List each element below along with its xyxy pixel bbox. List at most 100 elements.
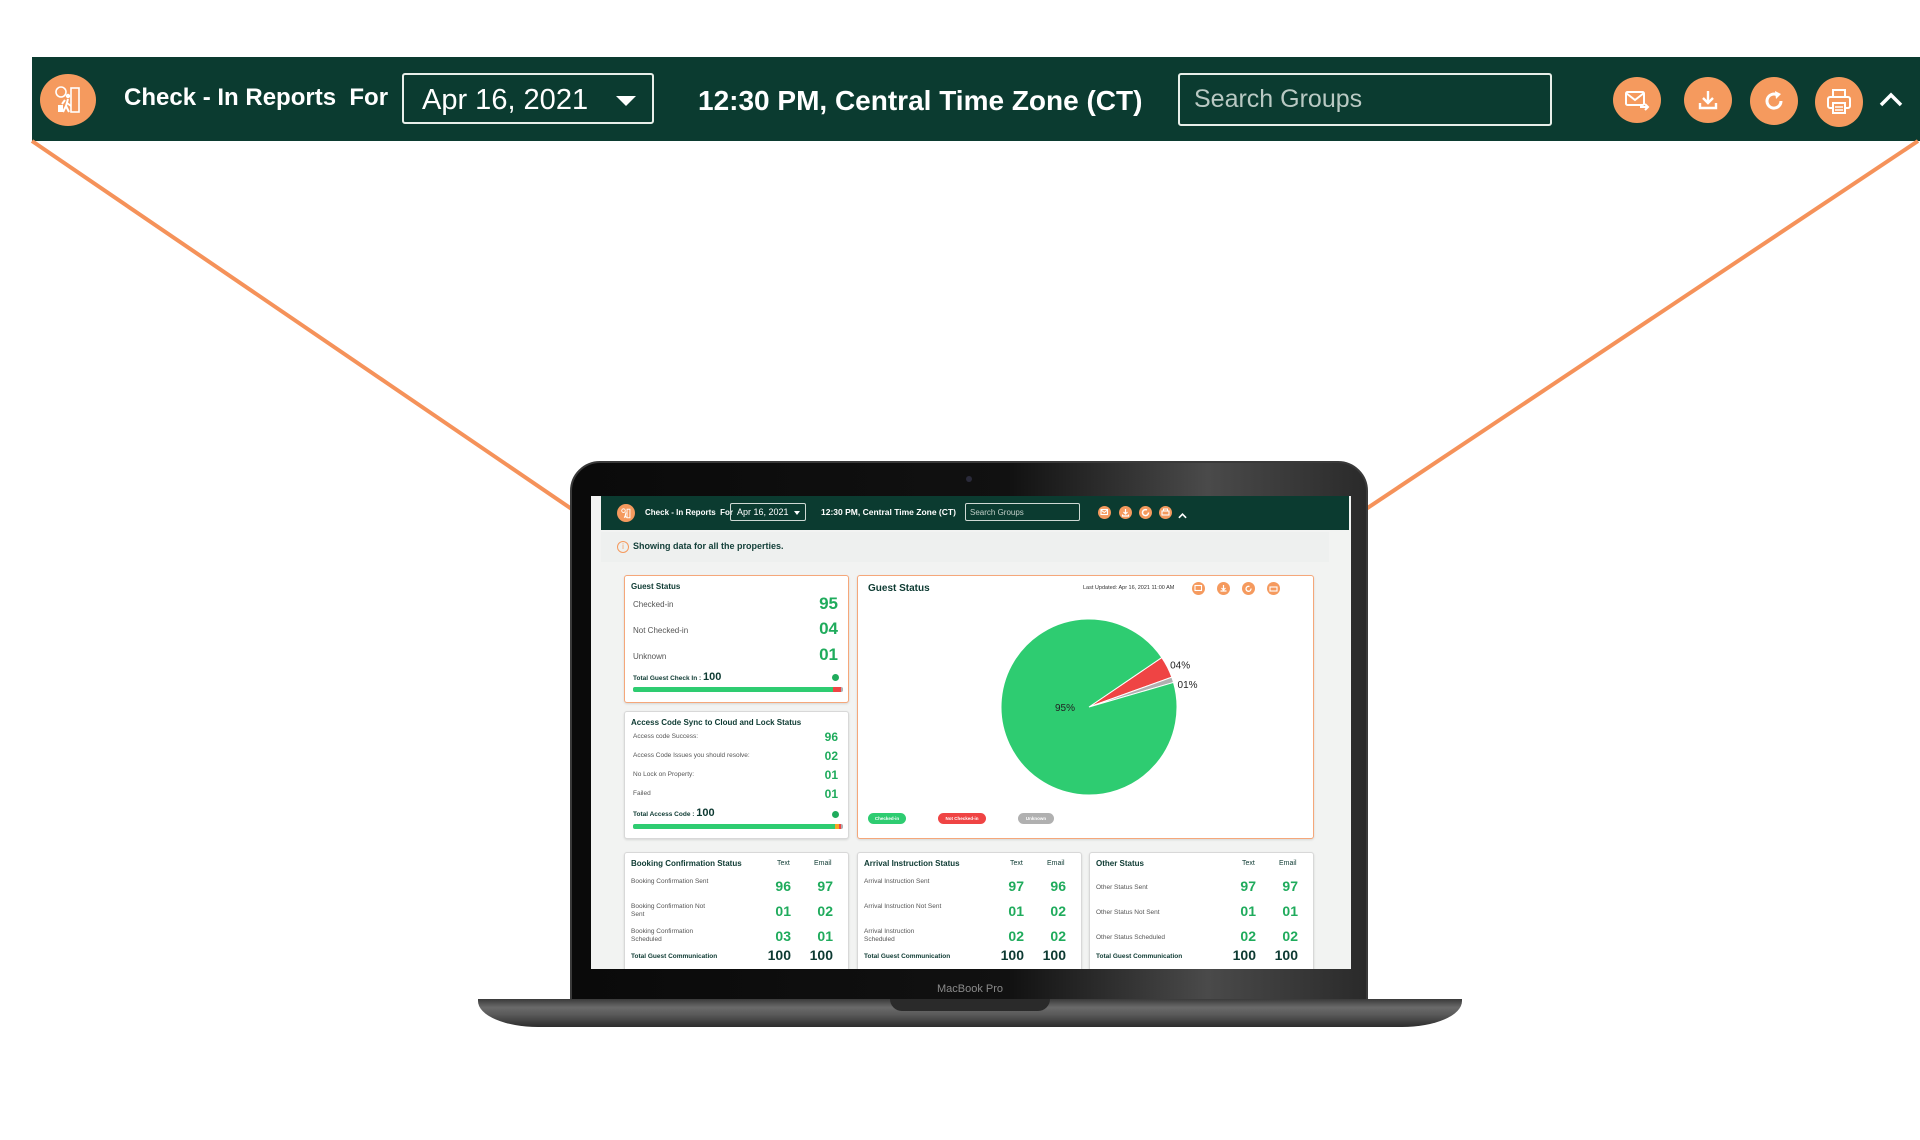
total-label: Total Guest Check In : 100 [633, 671, 721, 683]
app-title: Check - In Reports For [645, 508, 733, 517]
row-label: Booking Confirmation Sent [631, 878, 709, 885]
legend-checked-in[interactable]: Checked-in [868, 813, 906, 824]
legend-not-checked-in[interactable]: Not Checked-in [938, 813, 986, 824]
email-forward-icon [1625, 91, 1650, 111]
print-icon [1827, 89, 1851, 114]
email-button[interactable] [1613, 77, 1661, 123]
email-value: 02 [1282, 928, 1298, 944]
col-header-text: Text [777, 860, 790, 867]
email-value: 02 [817, 903, 833, 919]
progress-segment [633, 824, 835, 829]
total-value: 100 [702, 671, 722, 683]
total-email-value: 100 [809, 947, 833, 963]
text-value: 97 [1240, 878, 1256, 894]
app-date-select[interactable]: Apr 16, 2021 [730, 503, 806, 521]
card-title: Guest Status [631, 582, 681, 591]
pie-label: 01% [1178, 680, 1198, 691]
download-icon [1121, 509, 1130, 517]
text-value: 01 [1008, 903, 1024, 919]
row-label: Checked-in [633, 600, 674, 609]
text-value: 96 [775, 878, 791, 894]
refresh-button[interactable] [1750, 77, 1798, 125]
for-label: For [349, 84, 389, 111]
app-refresh-button[interactable] [1139, 506, 1152, 519]
total-label-text: Total Guest Check In : [633, 675, 702, 682]
download-button[interactable] [1684, 77, 1732, 123]
total-email-value: 100 [1274, 947, 1298, 963]
download-icon [1698, 91, 1718, 110]
info-icon: i [617, 541, 629, 553]
row-label: Arrival Instruction Not Sent [864, 903, 942, 910]
search-groups-input[interactable] [1178, 73, 1552, 126]
row-value: 04 [819, 619, 838, 638]
email-value: 96 [1050, 878, 1066, 894]
app-print-button[interactable] [1159, 506, 1172, 519]
header-title: Check - In Reports For [124, 84, 388, 112]
comm-status-card: Booking Confirmation Status Text Email Bo… [624, 852, 849, 969]
text-value: 03 [775, 928, 791, 944]
card-title: Access Code Sync to Cloud and Lock Statu… [631, 718, 802, 727]
row-value: 02 [824, 749, 838, 763]
text-value: 01 [775, 903, 791, 919]
pie-slice-checked-in[interactable] [1000, 618, 1178, 796]
row-label: Booking Confirmation Not Sent [631, 903, 706, 918]
refresh-dot-icon[interactable] [832, 811, 839, 818]
row-value: 01 [824, 768, 838, 782]
row-label: Not Checked-in [633, 626, 689, 635]
header-title-text: Check - In Reports [124, 84, 337, 111]
app-email-button[interactable] [1098, 506, 1111, 519]
refresh-icon [1141, 508, 1150, 517]
row-label: Booking Confirmation Scheduled [631, 928, 694, 943]
callout-line-left [30, 139, 603, 531]
refresh-dot-icon[interactable] [832, 674, 839, 681]
legend-unknown[interactable]: Unknown [1018, 813, 1054, 824]
chevron-up-icon [1178, 513, 1187, 519]
date-select[interactable]: Apr 16, 2021 [402, 73, 654, 124]
camera-icon [966, 476, 972, 482]
guest-status-chart-card: Guest Status Last Updated: Apr 16, 2021 … [857, 575, 1314, 839]
email-value: 02 [1050, 928, 1066, 944]
col-header-text: Text [1010, 860, 1023, 867]
email-value: 97 [1282, 878, 1298, 894]
chevron-up-icon [1879, 92, 1903, 107]
total-value: 100 [696, 807, 715, 819]
app-logo-icon [617, 504, 635, 522]
total-text-value: 100 [767, 947, 791, 963]
text-value: 97 [1008, 878, 1024, 894]
print-button[interactable] [1815, 77, 1863, 127]
info-text: Showing data for all the properties. [633, 541, 784, 551]
col-header-email: Email [814, 860, 832, 867]
total-label-text: Total Access Code : [633, 811, 695, 818]
email-value: 01 [817, 928, 833, 944]
callout-line-right [1334, 139, 1920, 531]
text-value: 02 [1240, 928, 1256, 944]
row-value: 01 [824, 787, 838, 801]
row-label: Other Status Scheduled [1096, 934, 1166, 941]
app-download-button[interactable] [1119, 506, 1132, 519]
pie-label: 95% [1055, 703, 1075, 714]
email-value: 01 [1282, 903, 1298, 919]
access-code-card: Access Code Sync to Cloud and Lock Statu… [624, 711, 849, 839]
total-email-value: 100 [1042, 947, 1066, 963]
text-value: 02 [1008, 928, 1024, 944]
collapse-button[interactable] [1876, 86, 1906, 114]
app-caret-down-icon [794, 511, 800, 515]
row-value: 95 [819, 594, 838, 613]
device-label: MacBook Pro [936, 983, 1004, 995]
row-label: Access Code Issues you should resolve: [633, 752, 750, 759]
text-value: 01 [1240, 903, 1256, 919]
total-label: Total Guest Communication [864, 953, 951, 960]
app-collapse-button[interactable] [1178, 507, 1187, 525]
row-label: Access code Success: [633, 733, 699, 740]
row-value: 96 [824, 730, 838, 744]
legend-label: Checked-in [874, 816, 900, 821]
progress-segment [832, 687, 841, 692]
app-header: Check - In Reports For Apr 16, 2021 12:3… [601, 496, 1349, 530]
app-search-input[interactable] [965, 503, 1080, 521]
pie-label: 04% [1170, 661, 1190, 672]
progress-segment [633, 687, 833, 692]
app-time-zone: 12:30 PM, Central Time Zone (CT) [821, 507, 956, 517]
time-zone-label: 12:30 PM, Central Time Zone (CT) [698, 85, 1143, 116]
email-forward-icon [1100, 508, 1109, 516]
email-value: 02 [1050, 903, 1066, 919]
